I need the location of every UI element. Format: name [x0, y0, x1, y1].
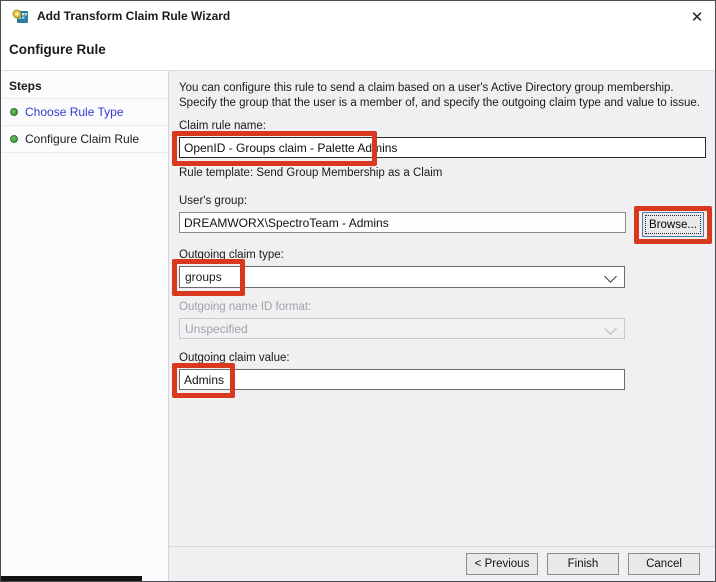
steps-header: Steps [1, 71, 168, 99]
wizard-footer: < Previous Finish Cancel [169, 546, 716, 582]
step-bullet-icon [10, 135, 18, 143]
rule-description-text: You can configure this rule to send a cl… [179, 81, 713, 110]
chevron-down-icon [604, 322, 617, 335]
close-icon[interactable]: ✕ [685, 5, 709, 29]
outgoing-name-id-format-dropdown: Unspecified [179, 318, 625, 339]
page-title: Configure Rule [9, 42, 106, 57]
users-group-label: User's group: [179, 195, 247, 207]
outgoing-claim-type-dropdown[interactable]: groups [179, 266, 625, 288]
previous-button[interactable]: < Previous [466, 553, 538, 575]
finish-button[interactable]: Finish [547, 553, 619, 575]
adfs-wizard-icon [12, 7, 30, 25]
annotation-box-outgoing-claim-type [172, 259, 245, 296]
add-transform-claim-rule-wizard-window: Add Transform Claim Rule Wizard ✕ Config… [0, 0, 716, 582]
annotation-box-outgoing-claim-value [172, 363, 235, 398]
window-title: Add Transform Claim Rule Wizard [37, 9, 230, 23]
sidebar-item-configure-claim-rule[interactable]: Configure Claim Rule [1, 126, 168, 153]
rule-template-text: Rule template: Send Group Membership as … [179, 167, 442, 179]
background-window-edge [1, 576, 142, 581]
users-group-input[interactable] [179, 212, 626, 233]
outgoing-claim-value-input[interactable] [179, 369, 625, 390]
outgoing-name-id-format-label: Outgoing name ID format: [179, 301, 311, 313]
steps-sidebar: Steps Choose Rule Type Configure Claim R… [1, 71, 169, 581]
annotation-box-browse-button [634, 206, 712, 244]
sidebar-item-label: Configure Claim Rule [25, 132, 139, 146]
chevron-down-icon [604, 270, 617, 283]
step-bullet-icon [10, 108, 18, 116]
outgoing-name-id-format-value: Unspecified [185, 322, 248, 336]
sidebar-item-choose-rule-type[interactable]: Choose Rule Type [1, 99, 168, 126]
cancel-button[interactable]: Cancel [628, 553, 700, 575]
annotation-box-claim-rule-name [172, 131, 377, 166]
title-bar: Add Transform Claim Rule Wizard ✕ [1, 1, 715, 31]
sidebar-item-label: Choose Rule Type [25, 105, 124, 119]
